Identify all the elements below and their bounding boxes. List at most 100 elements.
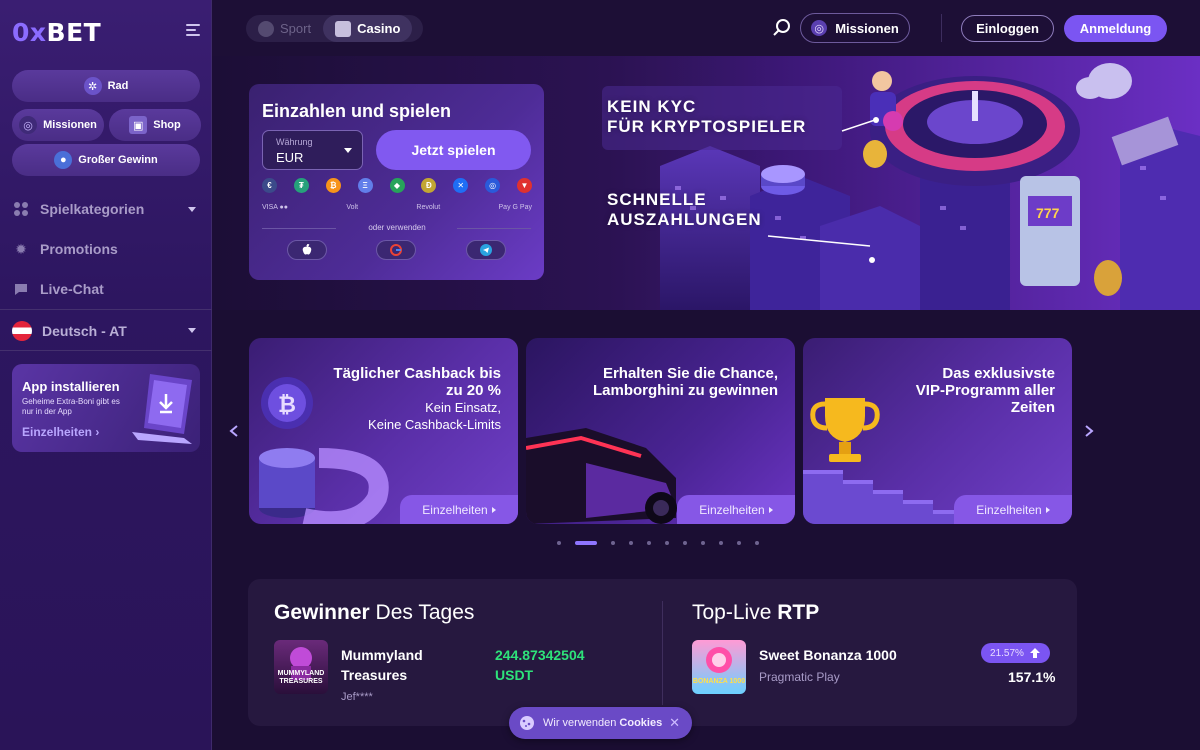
xrp-icon[interactable]: ✕: [453, 178, 469, 193]
play-now-button[interactable]: Jetzt spielen: [376, 130, 531, 170]
currency-select[interactable]: Währung EUR: [262, 130, 363, 170]
game-thumbnail[interactable]: MUMMYLAND TREASURES: [274, 640, 328, 694]
register-button[interactable]: Anmeldung: [1064, 15, 1167, 42]
carousel-dot[interactable]: [557, 541, 561, 545]
arrow-up-icon: [1029, 648, 1040, 658]
promo-card-vip[interactable]: Das exklusivste VIP-Programm aller Zeite…: [803, 338, 1072, 524]
logo-prefix: 0x: [12, 18, 47, 47]
rtp-game-name[interactable]: Sweet Bonanza 1000: [759, 645, 897, 665]
bnb-icon[interactable]: ◆: [389, 178, 405, 193]
google-login-button[interactable]: [376, 240, 416, 260]
sidebar-item-categories[interactable]: Spielkategorien: [12, 200, 144, 218]
promo-details-button[interactable]: Einzelheiten: [400, 495, 518, 524]
carousel-dot[interactable]: [629, 541, 633, 545]
carousel-dots: [557, 541, 773, 545]
menu-toggle-icon[interactable]: [186, 24, 202, 36]
login-button[interactable]: Einloggen: [961, 15, 1054, 42]
close-icon[interactable]: ✕: [669, 715, 680, 731]
missions-icon: ◎: [19, 116, 38, 134]
revolut-logo: Revolut: [416, 204, 441, 211]
carousel-dot[interactable]: [611, 541, 615, 545]
promo-text: Täglicher Cashback bis zu 20 % Kein Eins…: [331, 365, 501, 433]
brand-logo[interactable]: 0xBET: [12, 18, 101, 47]
telegram-icon: [480, 244, 492, 256]
promo-card-lamborghini[interactable]: Erhalten Sie die Chance, Lamborghini zu …: [526, 338, 795, 524]
shop-button[interactable]: ▣ Shop: [109, 109, 201, 141]
tab-sport[interactable]: Sport: [246, 15, 323, 42]
wheel-button[interactable]: ✲ Rad: [12, 70, 200, 102]
grid-icon: [12, 200, 30, 218]
app-card-subtitle: Geheime Extra-Boni gibt es nur in der Ap…: [22, 397, 120, 416]
winners-title-rest: Des Tages: [369, 601, 475, 624]
play-triangle-icon: [768, 506, 773, 513]
cookie-banner[interactable]: Wir verwenden Cookies ✕: [509, 707, 692, 739]
chevron-down-icon: [344, 148, 352, 153]
play-triangle-icon: [491, 506, 496, 513]
sidebar-item-label: Spielkategorien: [40, 201, 145, 217]
carousel-dot[interactable]: [575, 541, 597, 545]
ethereum-icon[interactable]: Ξ: [357, 178, 373, 193]
cookie-icon: [520, 716, 534, 730]
game-name-line: Treasures: [341, 667, 408, 683]
promo-details-button[interactable]: Einzelheiten: [954, 495, 1072, 524]
tab-casino[interactable]: Casino: [323, 15, 413, 42]
app-card-link[interactable]: Einzelheiten ›: [22, 425, 99, 439]
tether-icon[interactable]: ₮: [293, 178, 309, 193]
carousel-dot[interactable]: [737, 541, 741, 545]
telegram-login-button[interactable]: [466, 240, 506, 260]
apple-google-pay-logo: Pay G Pay: [498, 204, 532, 211]
sidebar-item-live-chat[interactable]: Live-Chat: [12, 280, 104, 298]
carousel-next-icon[interactable]: [1083, 424, 1095, 438]
carousel-dot[interactable]: [755, 541, 759, 545]
crypto-coin-row: € ₮ ₿ Ξ ◆ Ð ✕ ◎ ▼: [262, 178, 532, 193]
promo-title-line: Das exklusivste: [942, 365, 1055, 382]
promo-subtitle: Kein Einsatz,: [425, 400, 501, 415]
casino-city-illustration[interactable]: 777: [600, 56, 1200, 310]
winner-game-name[interactable]: Mummyland Treasures: [341, 645, 423, 685]
payment-methods-row: VISA ●● Volt Revolut Pay G Pay: [262, 204, 532, 211]
promo-title-line: Zeiten: [1010, 399, 1055, 416]
tab-label: Sport: [280, 21, 312, 36]
promo-card-cashback[interactable]: ₿ Täglicher Cashback bis zu 20 % Kein Ei…: [249, 338, 518, 524]
dogecoin-icon[interactable]: Ð: [421, 178, 437, 193]
carousel-dot[interactable]: [647, 541, 651, 545]
apple-login-button[interactable]: [287, 240, 327, 260]
currency-value: EUR: [276, 150, 304, 165]
missions-icon: ◎: [811, 20, 828, 36]
sidebar-item-promotions[interactable]: ✹ Promotions: [12, 240, 118, 258]
game-thumbnail[interactable]: BONANZA 1000: [692, 640, 746, 694]
gear-icon: ✹: [15, 240, 27, 257]
search-icon[interactable]: [772, 18, 792, 38]
bitcoin-icon[interactable]: ₿: [325, 178, 341, 193]
chevron-down-icon[interactable]: [188, 328, 196, 333]
carousel-prev-icon[interactable]: [228, 424, 240, 438]
carousel-dot[interactable]: [719, 541, 723, 545]
divider: [457, 228, 531, 229]
sidebar-item-label: Live-Chat: [40, 281, 104, 297]
shop-icon: ▣: [129, 116, 148, 134]
tron-icon[interactable]: ▼: [517, 178, 532, 193]
carousel-dot[interactable]: [665, 541, 669, 545]
language-selector[interactable]: Deutsch - AT: [12, 321, 127, 341]
sidebar-item-label: Promotions: [40, 241, 118, 257]
big-win-button[interactable]: ● Großer Gewinn: [12, 144, 200, 176]
game-name-line: Mummyland: [341, 647, 423, 663]
missions-top-label: Missionen: [835, 20, 899, 36]
app-install-card[interactable]: App installieren Geheime Extra-Boni gibt…: [12, 364, 200, 452]
promo-details-button[interactable]: Einzelheiten: [677, 495, 795, 524]
carousel-dot[interactable]: [683, 541, 687, 545]
austria-flag-icon: [12, 321, 32, 341]
euro-icon[interactable]: €: [262, 178, 277, 193]
rtp-title: Top-Live RTP: [692, 601, 819, 625]
laptop-icon: [132, 374, 192, 444]
hero-line-3: SCHNELLE: [607, 190, 707, 209]
carousel-dot[interactable]: [701, 541, 705, 545]
chainlink-icon[interactable]: ◎: [485, 178, 501, 193]
promo-title-line: Erhalten Sie die Chance,: [602, 365, 778, 382]
wheel-label: Rad: [107, 80, 129, 92]
promo-details-label: Einzelheiten: [699, 502, 765, 517]
deposit-card: Einzahlen und spielen Währung EUR Jetzt …: [249, 84, 544, 280]
missions-button[interactable]: ◎ Missionen: [12, 109, 104, 141]
missions-top-button[interactable]: ◎ Missionen: [800, 13, 910, 43]
chevron-down-icon[interactable]: [188, 207, 196, 212]
